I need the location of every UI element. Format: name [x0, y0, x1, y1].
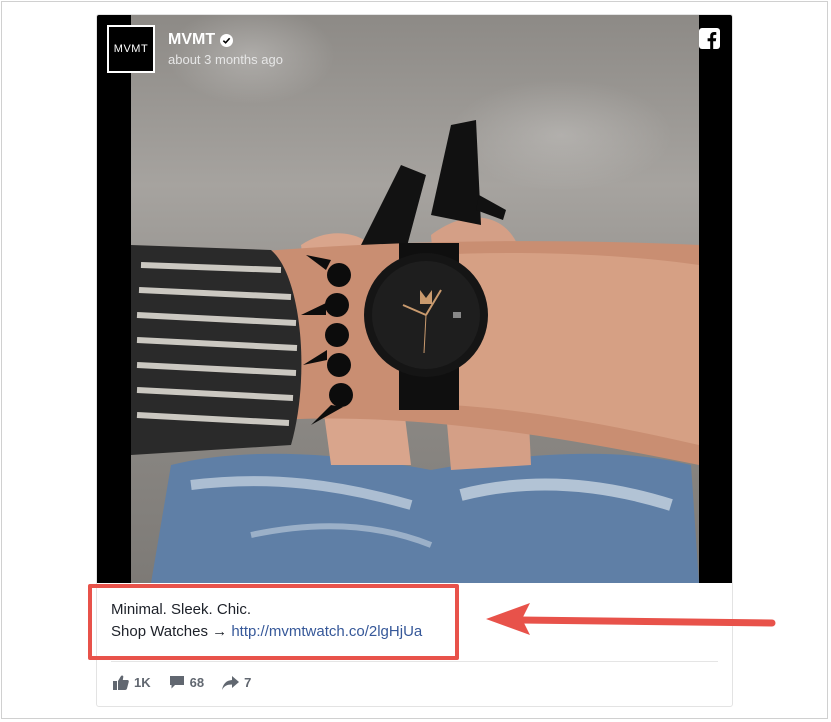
- page-name[interactable]: MVMT: [168, 31, 215, 49]
- shares-count[interactable]: 7: [222, 675, 251, 690]
- likes-count[interactable]: 1K: [113, 675, 151, 690]
- page-avatar[interactable]: MVMT: [107, 25, 155, 73]
- comment-icon: [169, 676, 184, 689]
- divider: [111, 661, 718, 662]
- avatar-text: MVMT: [113, 43, 149, 55]
- caption-highlight-box: [88, 584, 459, 660]
- comments-count[interactable]: 68: [169, 675, 204, 690]
- post-media: MVMT MVMT about 3 months ago: [97, 15, 732, 583]
- likes-value: 1K: [134, 675, 151, 690]
- annotation-arrow: [486, 603, 776, 635]
- facebook-icon[interactable]: [699, 28, 720, 49]
- verified-badge-icon: [220, 33, 234, 47]
- share-icon: [222, 675, 240, 690]
- post-photo[interactable]: [131, 15, 699, 583]
- page-name-row: MVMT: [168, 31, 234, 49]
- photo-illustration: [131, 120, 699, 583]
- post-header: MVMT MVMT about 3 months ago: [97, 15, 732, 85]
- like-icon: [113, 675, 129, 690]
- comments-value: 68: [189, 675, 205, 690]
- shares-value: 7: [244, 675, 252, 690]
- engagement-bar: 1K 68 7: [113, 675, 251, 690]
- post-timestamp[interactable]: about 3 months ago: [168, 52, 283, 67]
